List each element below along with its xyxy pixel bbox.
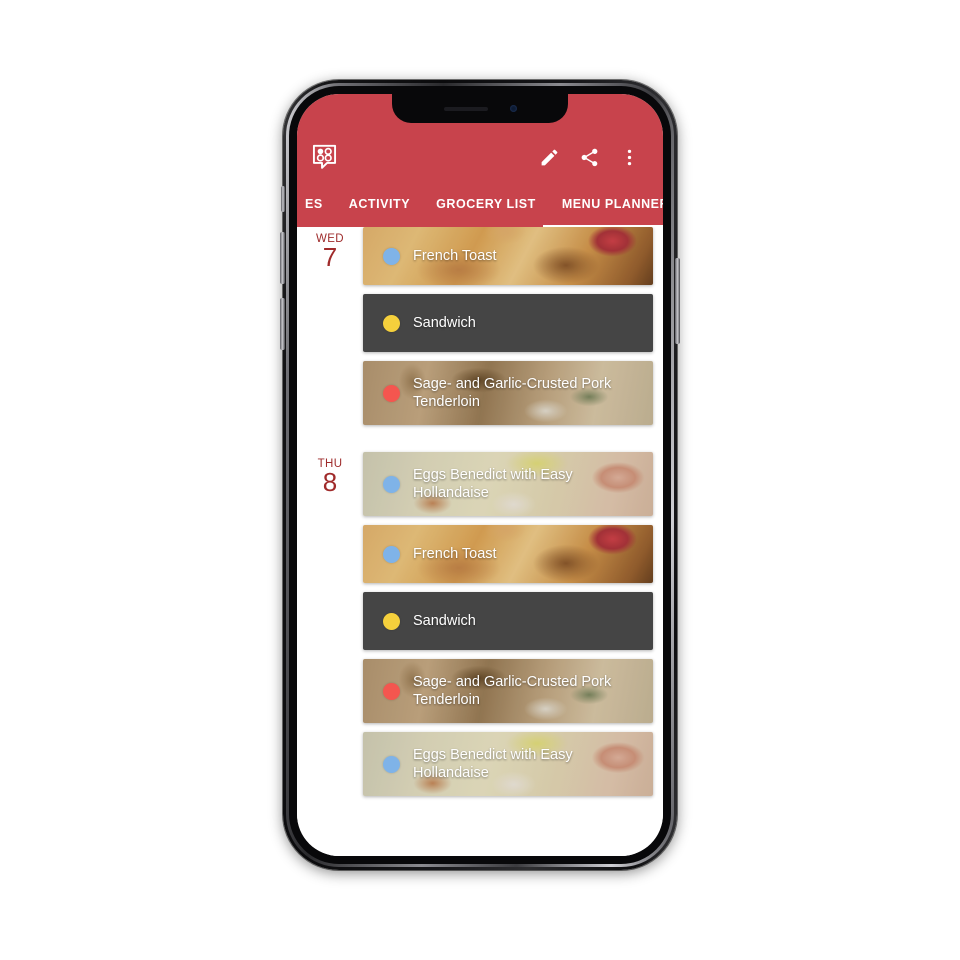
earpiece-speaker-icon: [443, 106, 488, 111]
meal-card-background: [363, 294, 653, 352]
pencil-icon: [541, 149, 557, 165]
meal-card[interactable]: Sage- and Garlic-Crusted Pork Tenderloin: [363, 659, 653, 723]
meal-card[interactable]: Eggs Benedict with Easy Hollandaise: [363, 732, 653, 796]
share-button[interactable]: [569, 140, 609, 174]
meal-title: Sandwich: [413, 315, 476, 331]
tab-grocery-list[interactable]: GROCERY LIST: [423, 182, 549, 227]
meal-card[interactable]: Eggs Benedict with Easy Hollandaise: [363, 452, 653, 516]
meal-title: Sandwich: [413, 613, 476, 629]
meal-card[interactable]: Sage- and Garlic-Crusted Pork Tenderloin: [363, 361, 653, 425]
more-vertical-icon: [627, 149, 631, 165]
power-button[interactable]: [675, 258, 680, 344]
meal-type-dot-dinner: [383, 682, 400, 700]
day-group: THU 8 Eggs Benedict with Easy Hollandaise F…: [297, 452, 663, 805]
meal-card[interactable]: French Toast: [363, 227, 653, 285]
day-date-label: THU 8: [297, 452, 363, 496]
meal-title: Sage- and Garlic-Crusted Pork Tenderloin: [413, 674, 612, 708]
recipe-bubble-logo-icon[interactable]: [311, 144, 338, 171]
meal-type-dot-lunch: [383, 612, 400, 630]
meal-title: French Toast: [413, 546, 497, 562]
overflow-menu-button[interactable]: [609, 140, 649, 174]
meal-type-dot-breakfast: [383, 247, 400, 265]
tab-bar[interactable]: ES ACTIVITY GROCERY LIST MENU PLANNER: [297, 182, 663, 227]
device-notch: [392, 94, 568, 123]
meal-type-dot-dinner: [383, 384, 400, 402]
meal-card-scrim: [363, 525, 653, 583]
day-meal-list: French Toast Sandwich Sage- and Garlic-Cru…: [363, 227, 663, 434]
share-icon: [581, 148, 597, 166]
meal-title: Eggs Benedict with Easy Hollandaise: [413, 747, 573, 781]
day-number: 8: [322, 467, 338, 497]
meal-type-dot-breakfast: [383, 475, 400, 493]
tab-menu-planner[interactable]: MENU PLANNER: [549, 182, 663, 227]
meal-card-background: [363, 592, 653, 650]
meal-type-dot-lunch: [383, 314, 400, 332]
day-group: WED 7 French Toast Sandwich Sage- and Garlic…: [297, 227, 663, 434]
edit-button[interactable]: [529, 140, 569, 174]
meal-card-scrim: [363, 227, 653, 285]
meal-card[interactable]: Sandwich: [363, 592, 653, 650]
day-meal-list: Eggs Benedict with Easy Hollandaise Frenc…: [363, 452, 663, 805]
volume-down-button[interactable]: [280, 298, 285, 350]
day-number: 7: [322, 242, 338, 272]
phone-device-frame: ES ACTIVITY GROCERY LIST MENU PLANNER WED 7 F…: [280, 80, 680, 870]
meal-title: French Toast: [413, 248, 497, 264]
menu-planner-list[interactable]: WED 7 French Toast Sandwich Sage- and Garlic…: [297, 227, 663, 856]
meal-card[interactable]: Sandwich: [363, 294, 653, 352]
volume-up-button[interactable]: [280, 232, 285, 284]
meal-type-dot-breakfast: [383, 545, 400, 563]
meal-card[interactable]: French Toast: [363, 525, 653, 583]
meal-type-dot-breakfast: [383, 755, 400, 773]
tab-activity[interactable]: ACTIVITY: [336, 182, 423, 227]
front-camera-icon: [509, 105, 517, 112]
meal-title: Sage- and Garlic-Crusted Pork Tenderloin: [413, 376, 612, 410]
tab-es[interactable]: ES: [303, 182, 336, 227]
meal-title: Eggs Benedict with Easy Hollandaise: [413, 467, 573, 501]
silent-switch[interactable]: [281, 186, 285, 212]
phone-screen: ES ACTIVITY GROCERY LIST MENU PLANNER WED 7 F…: [297, 94, 663, 856]
day-date-label: WED 7: [297, 227, 363, 271]
day-separator: [297, 434, 663, 452]
